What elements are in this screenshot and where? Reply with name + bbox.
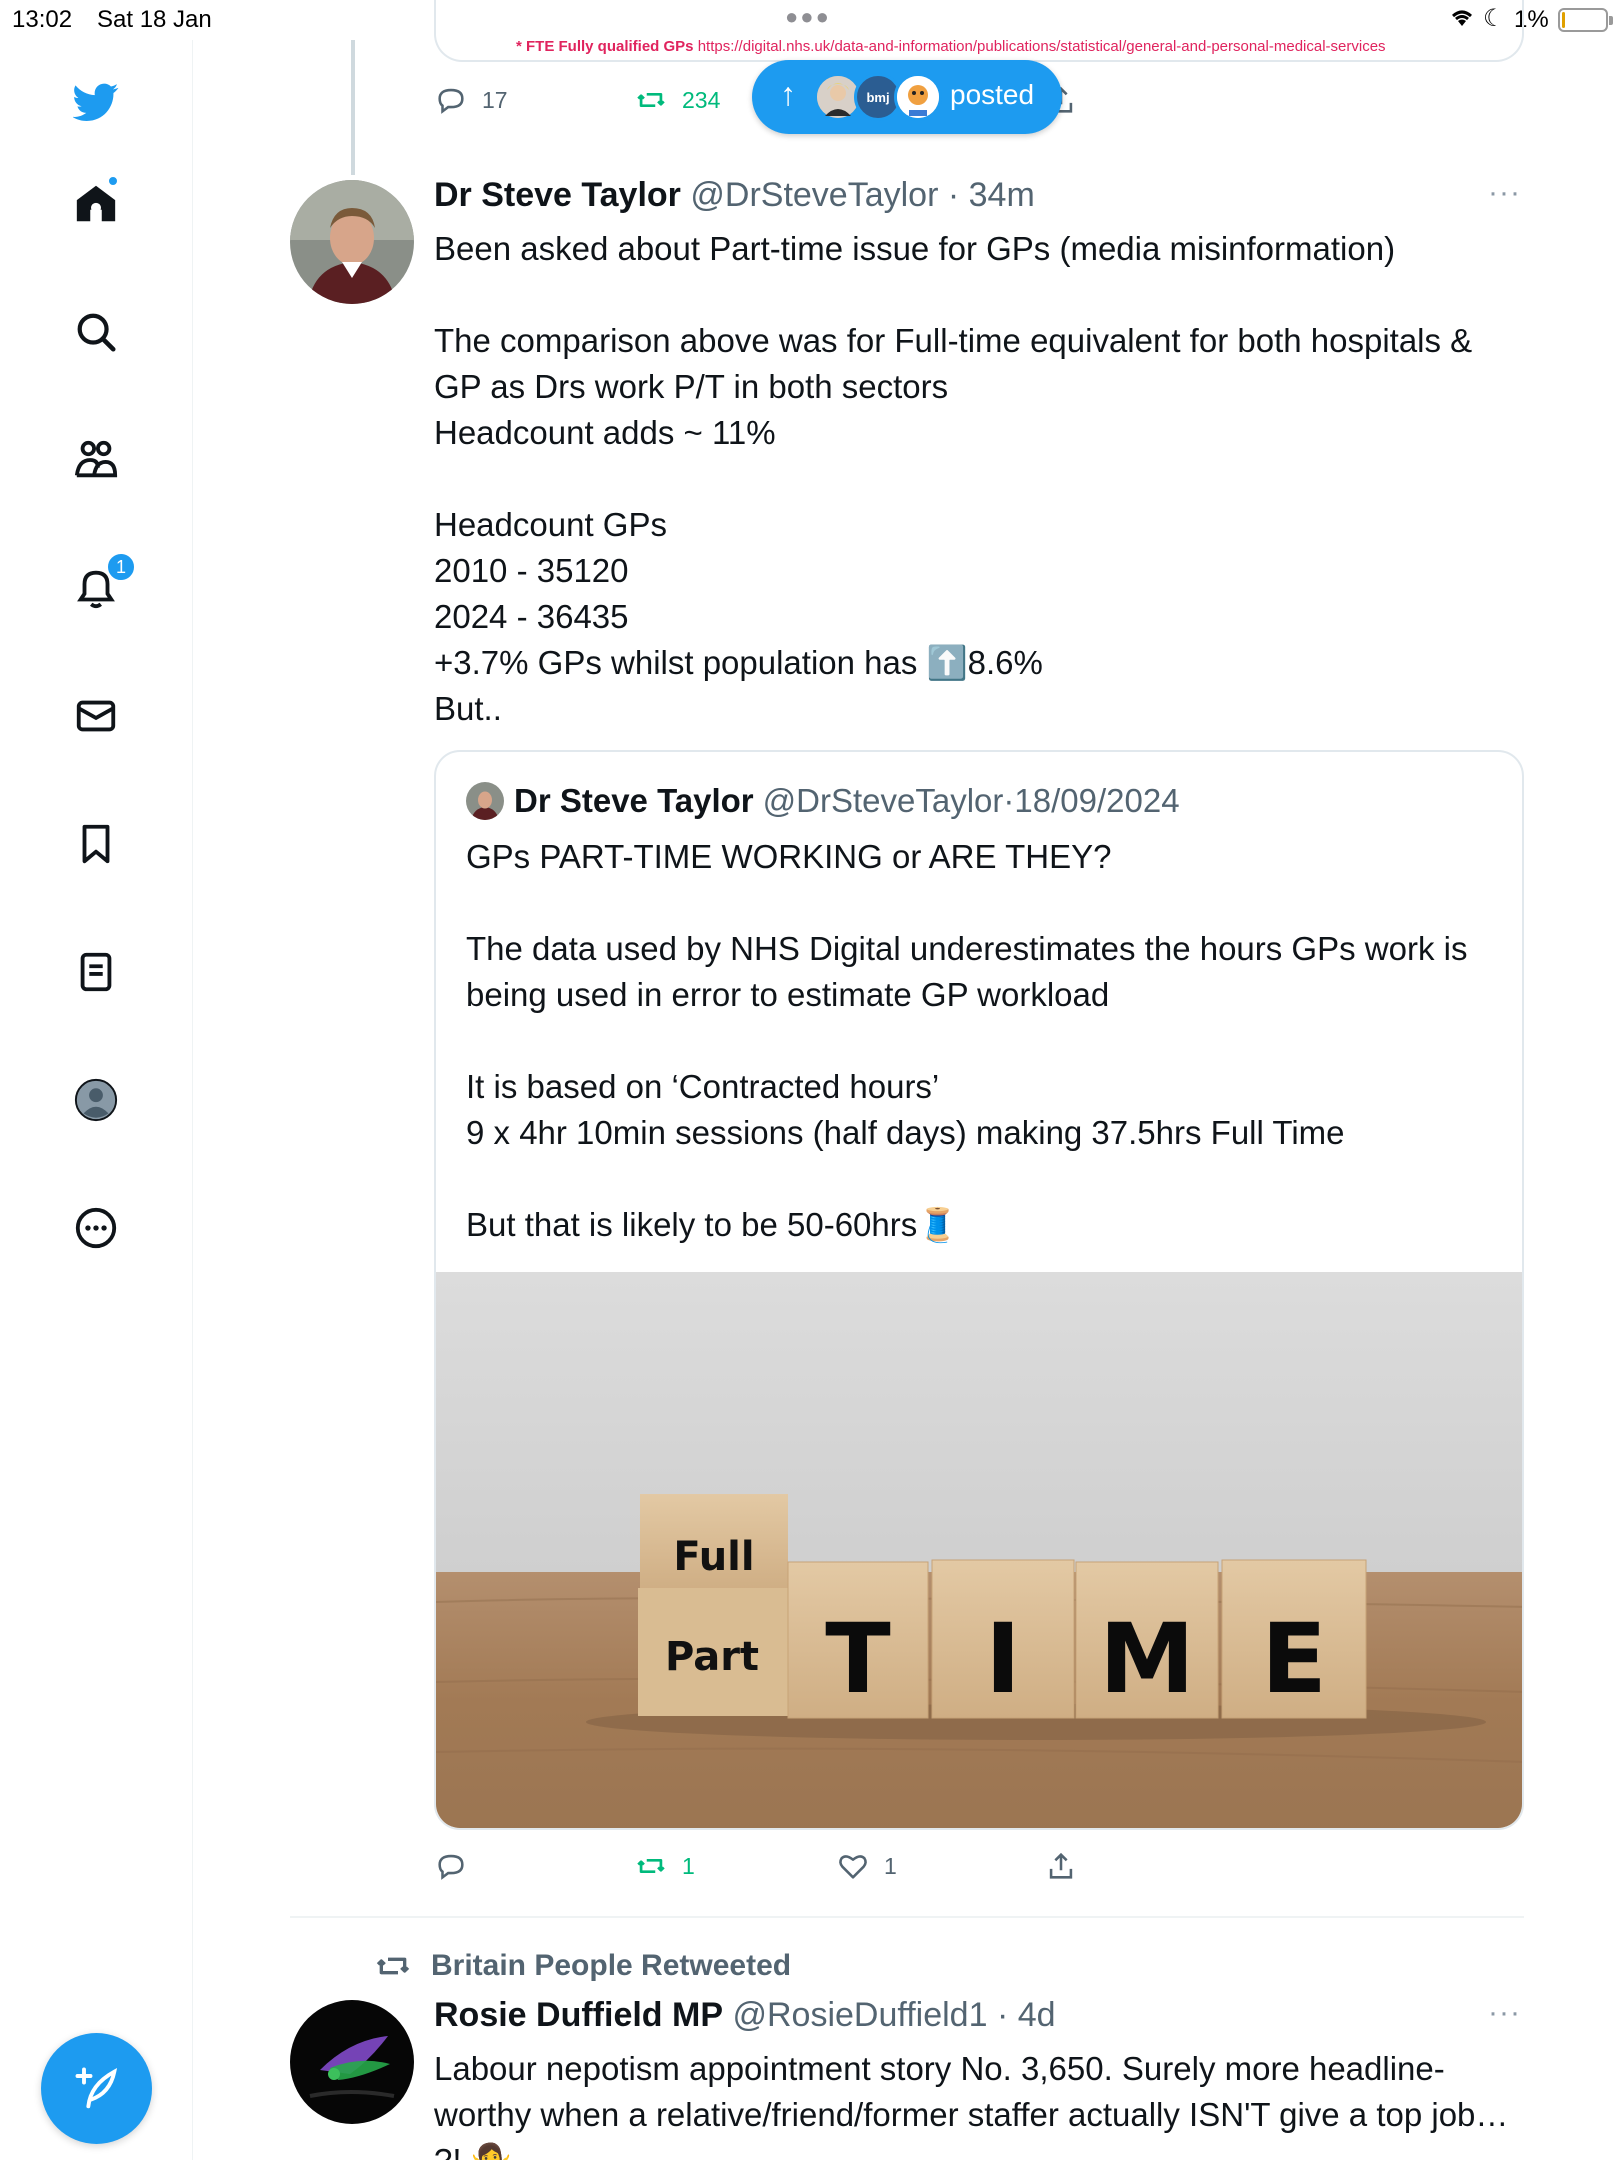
tweet-time[interactable]: 34m [969,176,1035,214]
next-tweet-text: Labour nepotism appointment story No. 3,… [434,2050,1509,2160]
source-label: * FTE Fully qualified GPs [516,38,694,55]
next-author-name[interactable]: Rosie Duffield MP [434,1996,723,2034]
bookmarks-icon[interactable] [60,808,132,880]
tweet-more-icon[interactable]: ··· [1488,176,1521,210]
retweet-icon [637,1858,665,1874]
like-button[interactable]: 1 [836,1846,897,1886]
next-header-separator: · [996,1996,1009,2034]
share-icon [1049,1852,1073,1879]
retweeted-by-label[interactable]: Britain People Retweeted [431,1949,791,1983]
quoted-tweet-header: Dr Steve Taylor @DrSteveTaylor · 18/09/2… [466,782,1180,820]
block-letter-i: I [985,1603,1021,1715]
block-full-label: Full [673,1534,754,1580]
author-name[interactable]: Dr Steve Taylor [434,176,681,214]
retweeted-by-row: Britain People Retweeted [373,1946,791,1986]
block-part-label: Part [665,1634,759,1680]
search-icon[interactable] [60,296,132,368]
retweet-icon [637,92,665,108]
sidebar: 1 [0,40,193,2160]
profile-avatar-icon[interactable] [60,1064,132,1136]
next-tweet-header: Rosie Duffield MP @RosieDuffield1 · 4d [434,1996,1056,2035]
previous-tweet-source: * FTE Fully qualified GPs https://digita… [516,38,1386,55]
quoted-tweet-text: GPs PART-TIME WORKING or ARE THEY? The d… [466,838,1468,1243]
tweet-header: Dr Steve Taylor @DrSteveTaylor · 34m [434,176,1035,215]
retweet-button[interactable]: 234 [634,80,720,120]
retweet-count: 1 [682,1852,695,1879]
tweet-text: Been asked about Part-time issue for GPs… [434,230,1473,727]
tweet-actions: 1 1 [434,1846,1334,1886]
tweet-divider [290,1916,1524,1918]
source-url[interactable]: https://digital.nhs.uk/data-and-informat… [698,38,1386,55]
posted-label: posted [950,79,1035,110]
reply-button[interactable] [434,1846,482,1886]
heart-icon [839,1855,867,1879]
quoted-date: 18/09/2024 [1014,782,1180,819]
notifications-badge: 1 [106,552,136,582]
new-posts-pill[interactable]: ↑ bmj posted [752,60,1062,134]
block-letter-e: E [1261,1603,1327,1715]
status-date: Sat 18 Jan [97,6,212,33]
like-count: 1 [884,1852,897,1879]
home-unread-dot [107,175,119,187]
block-letter-t: T [825,1603,890,1715]
quoted-author-handle: @DrSteveTaylor [762,782,1004,819]
header-separator: · [947,176,960,214]
retweet-button[interactable]: 1 [634,1846,695,1886]
compose-feather-icon [75,2067,117,2108]
lists-icon[interactable] [60,936,132,1008]
retweet-icon [376,1957,410,1975]
reply-icon [438,88,464,114]
more-options-icon[interactable] [60,1192,132,1264]
quoted-tweet-card[interactable]: Dr Steve Taylor @DrSteveTaylor · 18/09/2… [434,750,1524,1830]
quoted-author-avatar [466,782,504,820]
block-letter-m: M [1099,1603,1195,1715]
next-author-handle[interactable]: @RosieDuffield1 [732,1996,987,2034]
arrow-up-icon: ↑ [780,76,796,112]
quoted-tweet-image[interactable]: Full Part T I M E [436,1272,1522,1828]
twitter-logo-icon[interactable] [60,66,132,138]
pill-avatar-3 [894,73,942,121]
battery-icon [1558,8,1613,32]
author-handle[interactable]: @DrSteveTaylor [690,176,938,214]
notifications-icon[interactable]: 1 [60,552,136,624]
next-tweet-author-avatar[interactable] [290,2000,414,2124]
quoted-author-name: Dr Steve Taylor [514,782,754,819]
share-button[interactable] [1044,1846,1078,1886]
messages-icon[interactable] [60,680,132,752]
communities-icon[interactable] [60,424,132,496]
next-tweet-time[interactable]: 4d [1018,1996,1056,2034]
reply-count: 17 [482,86,508,113]
home-icon[interactable] [60,168,132,240]
next-tweet-more-icon[interactable]: ··· [1488,1996,1521,2030]
retweet-count: 234 [682,86,721,113]
reply-icon [438,1854,464,1880]
quoted-separator: · [1003,782,1015,819]
compose-tweet-button[interactable] [41,2033,152,2144]
thread-connector-line [351,40,355,175]
status-time: 13:02 [12,6,73,33]
tweet-author-avatar[interactable] [290,180,414,304]
reply-button[interactable]: 17 [434,80,508,120]
